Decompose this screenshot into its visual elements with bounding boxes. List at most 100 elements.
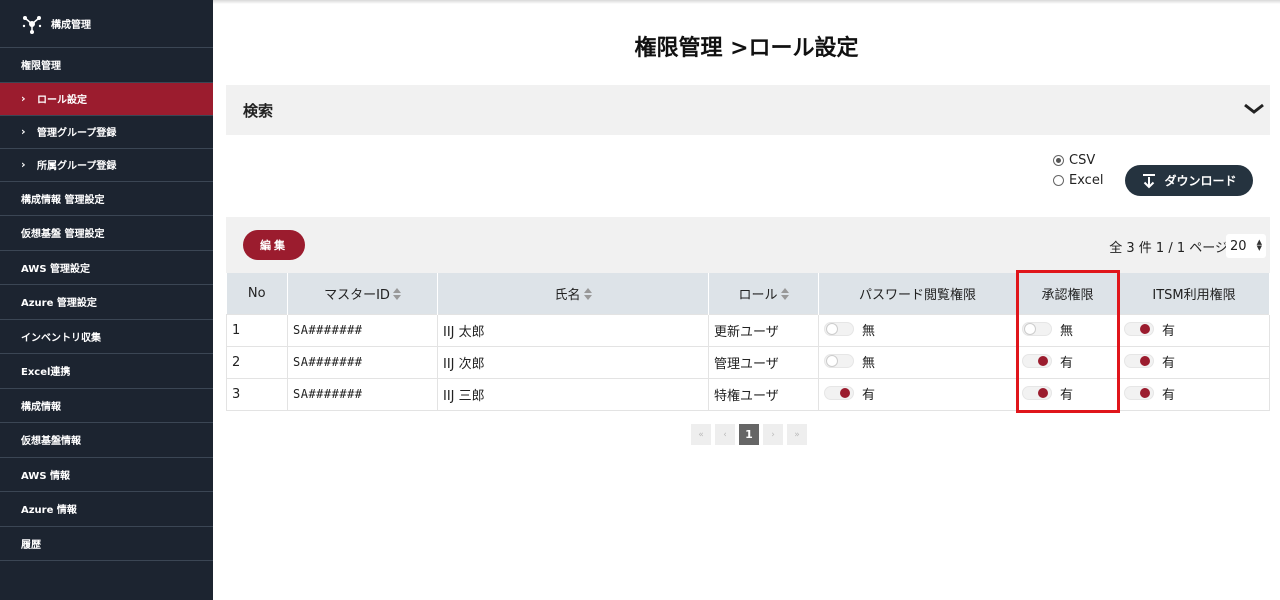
chevron-right-icon: › bbox=[21, 125, 26, 138]
toggle-knob bbox=[1038, 388, 1048, 399]
cell-password-view: 有 bbox=[818, 377, 1017, 411]
sidebar-item[interactable]: AWS 情報 bbox=[0, 458, 213, 492]
sidebar-item[interactable]: Azure 管理設定 bbox=[0, 285, 213, 320]
pagination: « ‹ 1 › » bbox=[691, 424, 807, 445]
sidebar-brand[interactable]: 構成管理 bbox=[0, 0, 213, 48]
permission-value: 有 bbox=[1162, 355, 1176, 371]
permission-toggle[interactable]: 有 bbox=[1022, 384, 1073, 403]
download-button[interactable]: ダウンロード bbox=[1125, 165, 1253, 196]
sidebar-item-label: 管理グループ登録 bbox=[37, 128, 117, 139]
cell-no: 2 bbox=[226, 345, 288, 379]
sidebar-item[interactable]: Azure 情報 bbox=[0, 492, 213, 527]
toggle-switch[interactable] bbox=[1022, 386, 1052, 401]
chevron-down-icon[interactable] bbox=[1242, 97, 1266, 121]
sidebar-item[interactable]: 構成情報 管理設定 bbox=[0, 182, 213, 216]
permission-toggle[interactable]: 有 bbox=[1124, 384, 1175, 403]
permission-toggle[interactable]: 有 bbox=[1124, 320, 1175, 339]
col-itsm: ITSM利用権限 bbox=[1118, 273, 1270, 314]
next-page-icon[interactable]: › bbox=[763, 424, 783, 445]
page-size-select[interactable]: 20 ▲ ▼ bbox=[1226, 234, 1266, 258]
sidebar-item[interactable]: AWS 管理設定 bbox=[0, 251, 213, 285]
sidebar-item[interactable]: 仮想基盤情報 bbox=[0, 423, 213, 458]
table-row[interactable]: 1 SA####### IIJ 太郎 更新ユーザ 無 無 有 bbox=[226, 313, 1270, 347]
first-page-icon[interactable]: « bbox=[691, 424, 711, 445]
page-size-value: 20 bbox=[1230, 238, 1247, 254]
cell-role: 特権ユーザ bbox=[708, 377, 819, 411]
search-label: 検索 bbox=[243, 101, 274, 120]
toggle-switch[interactable] bbox=[1124, 322, 1154, 337]
sidebar-item-label: 仮想基盤情報 bbox=[21, 436, 81, 448]
sidebar-item[interactable]: 仮想基盤 管理設定 bbox=[0, 216, 213, 251]
toggle-switch[interactable] bbox=[824, 386, 854, 401]
permission-value: 有 bbox=[1162, 323, 1176, 339]
cell-name: IIJ 三郎 bbox=[437, 377, 709, 411]
cell-itsm: 有 bbox=[1118, 313, 1270, 347]
radio-csv-indicator[interactable] bbox=[1053, 154, 1064, 166]
sidebar-item-label: 履歴 bbox=[21, 539, 41, 551]
permission-value: 無 bbox=[1060, 323, 1074, 339]
radio-csv[interactable]: CSV bbox=[1053, 150, 1103, 170]
sort-icon[interactable] bbox=[392, 288, 401, 302]
permission-toggle[interactable]: 無 bbox=[824, 352, 875, 371]
download-icon bbox=[1143, 173, 1156, 188]
sidebar-item-label: 構成情報 管理設定 bbox=[21, 194, 105, 206]
cell-password-view: 無 bbox=[818, 313, 1017, 347]
permission-toggle[interactable]: 有 bbox=[1022, 352, 1073, 371]
permission-value: 有 bbox=[862, 387, 876, 403]
col-name-label: 氏名 bbox=[554, 287, 581, 303]
sidebar-item[interactable]: 構成情報 bbox=[0, 389, 213, 423]
permission-toggle[interactable]: 無 bbox=[824, 320, 875, 339]
col-role[interactable]: ロール bbox=[708, 273, 819, 314]
sidebar-item[interactable]: インベントリ収集 bbox=[0, 320, 213, 354]
toggle-switch[interactable] bbox=[1124, 386, 1154, 401]
sidebar-item[interactable]: Excel連携 bbox=[0, 354, 213, 389]
col-approval: 承認権限 bbox=[1016, 273, 1119, 314]
sidebar-menu: 権限管理 › ロール設定 › 管理グループ登録 › 所属グループ登録 構成情報 管理設定 仮想基… bbox=[0, 48, 213, 561]
sidebar-item[interactable]: 履歴 bbox=[0, 527, 213, 561]
page-title: 権限管理 >ロール設定 bbox=[634, 36, 859, 61]
toggle-switch[interactable] bbox=[1124, 354, 1154, 369]
table-row[interactable]: 2 SA####### IIJ 次郎 管理ユーザ 無 有 有 bbox=[226, 345, 1270, 379]
cell-password-view: 無 bbox=[818, 345, 1017, 379]
cell-master-id: SA####### bbox=[287, 345, 438, 379]
permission-toggle[interactable]: 有 bbox=[1124, 352, 1175, 371]
col-master-id-label: マスターID bbox=[324, 287, 390, 303]
edit-button[interactable]: 編集 bbox=[243, 230, 305, 260]
chevron-right-icon: › bbox=[21, 92, 26, 105]
radio-excel-indicator[interactable] bbox=[1053, 174, 1064, 186]
table-toolbar: 編集 全 3 件 1 / 1 ページ 20 ▲ ▼ bbox=[226, 217, 1270, 273]
sidebar-item-label: 権限管理 bbox=[21, 61, 61, 73]
col-name[interactable]: 氏名 bbox=[437, 273, 709, 314]
last-page-icon[interactable]: » bbox=[787, 424, 807, 445]
sidebar-item-label: AWS 情報 bbox=[21, 470, 71, 482]
sort-icon[interactable] bbox=[780, 288, 789, 302]
toggle-switch[interactable] bbox=[1022, 354, 1052, 369]
app: 構成管理 権限管理 › ロール設定 › 管理グループ登録 › 所属グループ登録 構成情報 管理… bbox=[0, 0, 1280, 600]
permission-value: 有 bbox=[1162, 387, 1176, 403]
prev-page-icon[interactable]: ‹ bbox=[715, 424, 735, 445]
table-row[interactable]: 3 SA####### IIJ 三郎 特権ユーザ 有 有 有 bbox=[226, 377, 1270, 411]
radio-excel[interactable]: Excel bbox=[1053, 170, 1103, 190]
toggle-switch[interactable] bbox=[1022, 322, 1052, 337]
permission-value: 無 bbox=[862, 355, 876, 371]
col-master-id[interactable]: マスターID bbox=[287, 273, 438, 314]
sidebar-item[interactable]: 権限管理 bbox=[0, 48, 213, 83]
permission-value: 有 bbox=[1060, 387, 1074, 403]
download-label: ダウンロード bbox=[1164, 174, 1237, 188]
sidebar: 構成管理 権限管理 › ロール設定 › 管理グループ登録 › 所属グループ登録 構成情報 管理… bbox=[0, 0, 213, 600]
cell-no: 1 bbox=[226, 313, 288, 347]
toggle-knob bbox=[1140, 324, 1150, 335]
sidebar-item[interactable]: › 所属グループ登録 bbox=[0, 149, 213, 182]
sidebar-item[interactable]: › 管理グループ登録 bbox=[0, 116, 213, 149]
cell-itsm: 有 bbox=[1118, 345, 1270, 379]
toggle-switch[interactable] bbox=[824, 354, 854, 369]
page-number-current[interactable]: 1 bbox=[739, 424, 759, 445]
sort-icon[interactable] bbox=[583, 288, 592, 302]
sidebar-item-label: AWS 管理設定 bbox=[21, 263, 91, 275]
sidebar-item[interactable]: › ロール設定 bbox=[0, 82, 213, 116]
permission-toggle[interactable]: 有 bbox=[824, 384, 875, 403]
toggle-switch[interactable] bbox=[824, 322, 854, 337]
sidebar-item-label: 構成情報 bbox=[21, 401, 61, 413]
search-panel-header[interactable]: 検索 bbox=[226, 85, 1270, 135]
permission-toggle[interactable]: 無 bbox=[1022, 320, 1073, 339]
